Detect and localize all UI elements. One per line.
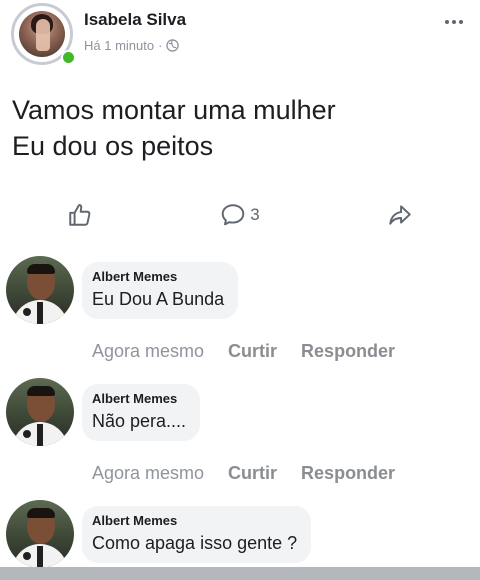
post-text-line: Vamos montar uma mulher <box>12 95 336 125</box>
commenter-name[interactable]: Albert Memes <box>92 513 297 529</box>
post-meta: Há 1 minuto · <box>84 38 180 53</box>
comment-bubble-icon <box>221 204 245 226</box>
bottom-edge-bar <box>0 567 480 580</box>
like-button[interactable] <box>0 192 160 238</box>
comment-timestamp[interactable]: Agora mesmo <box>92 463 204 484</box>
comment-timestamp[interactable]: Agora mesmo <box>92 341 204 362</box>
online-status-indicator <box>61 50 76 65</box>
globe-icon[interactable] <box>166 39 180 52</box>
share-arrow-icon <box>389 205 411 225</box>
author-photo <box>19 11 65 57</box>
post-action-bar: 3 <box>0 192 480 238</box>
author-name[interactable]: Isabela Silva <box>84 10 186 30</box>
commenter-avatar[interactable] <box>6 378 74 446</box>
meta-separator: · <box>158 38 163 53</box>
commenter-name[interactable]: Albert Memes <box>92 269 224 285</box>
post-header: Isabela Silva Há 1 minuto · <box>0 0 480 80</box>
more-options-button[interactable] <box>440 12 468 32</box>
post-body: Vamos montar uma mulher Eu dou os peitos <box>12 92 468 164</box>
comment-text: Não pera.... <box>92 411 187 431</box>
comment-count: 3 <box>250 205 260 224</box>
comment-reply-button[interactable]: Responder <box>301 463 395 484</box>
comment-text: Como apaga isso gente ? <box>92 533 298 553</box>
comment-like-button[interactable]: Curtir <box>228 341 277 362</box>
share-button[interactable] <box>320 192 480 238</box>
comment-bubble: Albert Memes Não pera.... <box>82 384 201 441</box>
more-dots-icon <box>445 20 449 24</box>
commenter-name[interactable]: Albert Memes <box>92 391 186 407</box>
thumbs-up-icon <box>69 204 91 226</box>
comment-text: Eu Dou A Bunda <box>92 289 225 309</box>
comment-actions: Agora mesmo Curtir Responder <box>92 341 395 362</box>
post-timestamp[interactable]: Há 1 minuto <box>84 38 154 53</box>
comment-button[interactable]: 3 <box>160 192 320 238</box>
comment-actions: Agora mesmo Curtir Responder <box>92 463 395 484</box>
commenter-avatar[interactable] <box>6 256 74 324</box>
comment-reply-button[interactable]: Responder <box>301 341 395 362</box>
comment-like-button[interactable]: Curtir <box>228 463 277 484</box>
comment-bubble: Albert Memes Eu Dou A Bunda <box>82 262 239 319</box>
comment-bubble: Albert Memes Como apaga isso gente ? <box>82 506 312 563</box>
post-text-line: Eu dou os peitos <box>12 131 214 161</box>
commenter-avatar[interactable] <box>6 500 74 568</box>
